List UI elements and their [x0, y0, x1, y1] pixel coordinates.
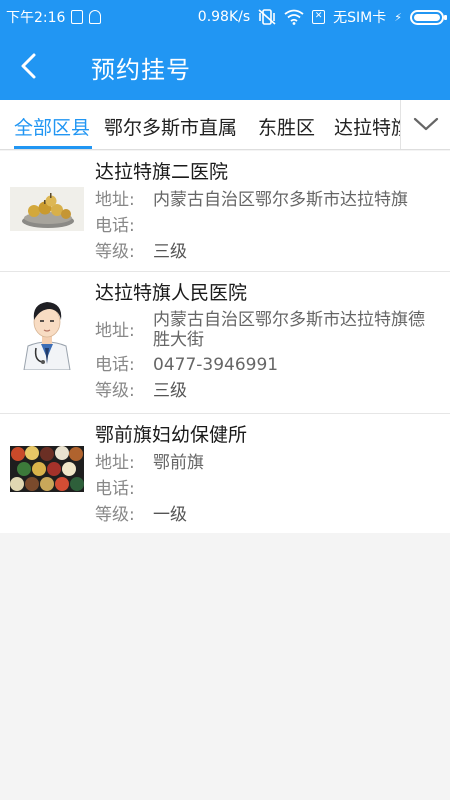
charging-icon: ⚡ — [394, 10, 402, 24]
level-value: 三级 — [153, 381, 187, 401]
level-label: 等级: — [95, 242, 135, 262]
address-value: 鄂前旗 — [153, 453, 204, 473]
level-row: 等级: 三级 — [95, 380, 442, 402]
hospital-name: 达拉特旗人民医院 — [95, 282, 248, 304]
hospital-list: 达拉特旗二医院 地址: 内蒙古自治区鄂尔多斯市达拉特旗 电话: 等级: 三级 达… — [0, 151, 450, 533]
address-row: 地址: 内蒙古自治区鄂尔多斯市达拉特旗德胜大街 — [95, 310, 442, 350]
status-right: 0.98K/s ✕ 无SIM卡 ⚡ — [197, 7, 447, 27]
hospital-info: 鄂前旗妇幼保健所 地址: 鄂前旗 电话: 等级: 一级 — [95, 422, 442, 526]
chevron-left-icon — [21, 53, 36, 79]
level-row: 等级: 一级 — [95, 504, 442, 526]
address-row: 地址: 鄂前旗 — [95, 452, 442, 474]
no-sim-icon: ✕ — [312, 10, 326, 24]
battery-level — [414, 13, 440, 21]
tab-dongsheng[interactable]: 东胜区 — [258, 113, 315, 140]
phone-row: 电话: 0477-3946991 — [95, 354, 442, 376]
level-label: 等级: — [95, 381, 135, 401]
vibrate-icon — [258, 9, 276, 25]
sim-status: 无SIM卡 — [333, 10, 387, 26]
page-title: 预约挂号 — [91, 56, 191, 84]
hospital-info: 达拉特旗二医院 地址: 内蒙古自治区鄂尔多斯市达拉特旗 电话: 等级: 三级 — [95, 159, 442, 263]
tab-all-districts[interactable]: 全部区县 — [14, 113, 90, 140]
phone-row: 电话: — [95, 215, 442, 237]
address-label: 地址: — [95, 321, 135, 341]
hospital-thumbnail-fruit — [10, 187, 84, 231]
phone-value: 0477-3946991 — [153, 355, 279, 375]
wifi-icon — [284, 9, 304, 25]
expand-tabs-button[interactable] — [400, 100, 450, 149]
hospital-item[interactable]: 达拉特旗人民医院 地址: 内蒙古自治区鄂尔多斯市达拉特旗德胜大街 电话: 047… — [0, 272, 450, 414]
tab-dalad-banner[interactable]: 达拉特旗 — [334, 113, 400, 140]
tab-ordos-direct[interactable]: 鄂尔多斯市直属 — [104, 113, 237, 140]
hospital-item[interactable]: 达拉特旗二医院 地址: 内蒙古自治区鄂尔多斯市达拉特旗 电话: 等级: 三级 — [0, 151, 450, 272]
address-value: 内蒙古自治区鄂尔多斯市达拉特旗 — [153, 190, 408, 210]
hospital-info: 达拉特旗人民医院 地址: 内蒙古自治区鄂尔多斯市达拉特旗德胜大街 电话: 047… — [95, 280, 442, 402]
level-value: 三级 — [153, 242, 187, 262]
level-row: 等级: 三级 — [95, 241, 442, 263]
status-left: 下午2:16 — [6, 7, 102, 27]
back-button[interactable] — [10, 46, 50, 86]
doctor-image — [10, 292, 84, 370]
hospital-name: 达拉特旗二医院 — [95, 161, 229, 183]
active-tab-indicator — [14, 146, 92, 149]
address-row: 地址: 内蒙古自治区鄂尔多斯市达拉特旗 — [95, 189, 442, 211]
grains-bowls-image — [10, 446, 84, 492]
phone-label: 电话: — [95, 216, 135, 236]
hospital-name: 鄂前旗妇幼保健所 — [95, 424, 248, 446]
chevron-down-icon — [413, 117, 439, 131]
district-tab-bar: 全部区县 鄂尔多斯市直属 东胜区 达拉特旗 — [0, 100, 450, 150]
android-icon — [89, 10, 102, 24]
address-label: 地址: — [95, 190, 135, 210]
network-speed: 0.98K/s — [197, 9, 251, 25]
phone-label: 电话: — [95, 479, 135, 499]
fruit-bowl-image — [10, 187, 84, 231]
hospital-item[interactable]: 鄂前旗妇幼保健所 地址: 鄂前旗 电话: 等级: 一级 — [0, 414, 450, 533]
battery-icon — [410, 9, 447, 25]
notification-icon — [71, 10, 84, 24]
address-value: 内蒙古自治区鄂尔多斯市达拉特旗德胜大街 — [153, 310, 425, 350]
level-value: 一级 — [153, 505, 187, 525]
phone-row: 电话: — [95, 478, 442, 500]
address-label: 地址: — [95, 453, 135, 473]
district-tabs: 全部区县 鄂尔多斯市直属 东胜区 达拉特旗 — [0, 100, 400, 149]
phone-label: 电话: — [95, 355, 135, 375]
status-time: 下午2:16 — [6, 10, 66, 26]
app-bar: 预约挂号 — [0, 32, 450, 100]
hospital-thumbnail-doctor — [10, 292, 84, 370]
hospital-thumbnail-grains — [10, 446, 84, 492]
status-bar: 下午2:16 0.98K/s ✕ 无SIM卡 ⚡ — [0, 0, 450, 32]
level-label: 等级: — [95, 505, 135, 525]
